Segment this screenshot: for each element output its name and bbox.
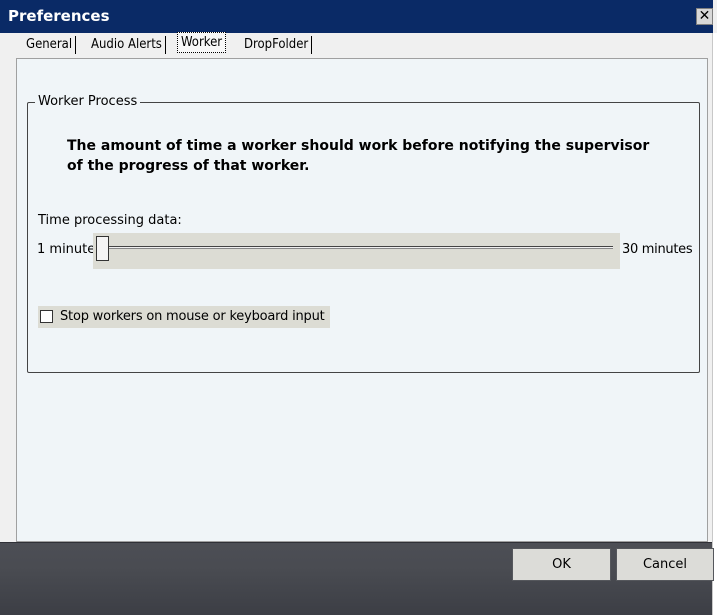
slider-thumb[interactable] [96, 236, 109, 261]
footer-divider [0, 542, 712, 543]
ok-button[interactable]: OK [512, 548, 611, 581]
tab-worker[interactable]: Worker [177, 32, 227, 53]
tab-general[interactable]: General [26, 34, 77, 56]
slider-min-label: 1 minute [37, 242, 96, 257]
slider-track[interactable] [98, 246, 613, 249]
title-bar[interactable]: Preferences ✕ [0, 0, 717, 33]
slider-label: Time processing data: [38, 213, 182, 228]
tab-dropfolder[interactable]: DropFolder [244, 34, 313, 56]
worker-description: The amount of time a worker should work … [67, 138, 650, 174]
stop-workers-label[interactable]: Stop workers on mouse or keyboard input [60, 308, 325, 326]
cancel-button[interactable]: Cancel [616, 548, 714, 581]
groupbox-title: Worker Process [35, 93, 141, 111]
stop-workers-checkbox-row[interactable]: Stop workers on mouse or keyboard input [38, 306, 330, 328]
window-title: Preferences [8, 7, 110, 25]
close-button[interactable]: ✕ [696, 8, 713, 25]
preferences-window: Preferences ✕ General Audio Alerts Worke… [0, 0, 717, 615]
stop-workers-checkbox[interactable] [40, 310, 53, 323]
close-icon: ✕ [698, 8, 711, 24]
time-slider[interactable] [93, 233, 620, 269]
tab-audio-alerts[interactable]: Audio Alerts [91, 34, 166, 56]
slider-max-label: 30 minutes [622, 242, 693, 257]
